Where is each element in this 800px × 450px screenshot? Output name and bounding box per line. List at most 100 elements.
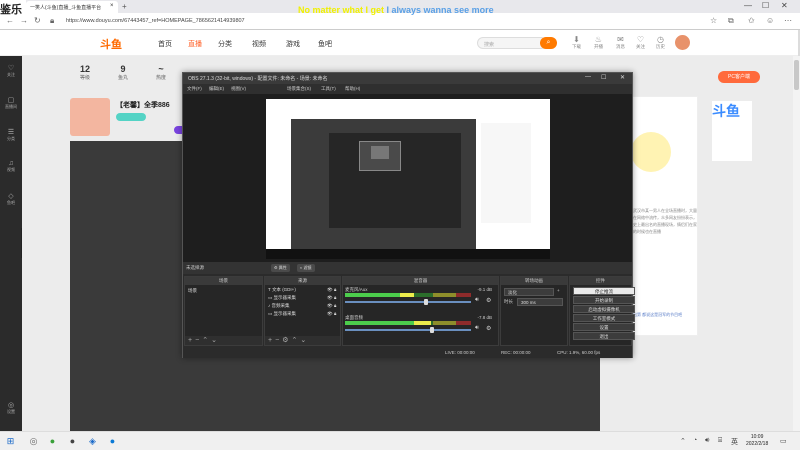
start-recording-button[interactable]: 开始录制 — [573, 296, 635, 304]
search-icon[interactable]: ⌕ — [540, 37, 557, 49]
star-icon[interactable]: ☆ — [710, 16, 717, 25]
rail-follow[interactable]: ♡ 关注 — [0, 64, 22, 78]
add-transition-icon[interactable]: + — [557, 288, 560, 293]
menu-view[interactable]: 视图(V) — [231, 86, 246, 92]
nav-game[interactable]: 游戏 — [286, 39, 300, 49]
lyrics-line-b: I always wanna see more — [386, 5, 494, 15]
menu-scene-collection[interactable]: 场景集合(S) — [287, 86, 311, 92]
studio-mode-button[interactable]: 工作室模式 — [573, 314, 635, 322]
url-field[interactable]: https://www.douyu.com/67443457_ref=HOMEP… — [66, 16, 666, 27]
mixer-track-db: -7.8 dB — [477, 315, 492, 320]
menu-icon[interactable]: ⋯ — [784, 16, 792, 25]
visibility-icon[interactable]: 👁︎ 🔒︎ — [327, 287, 336, 293]
steam-icon[interactable]: ◈ — [86, 435, 99, 448]
settings-button[interactable]: 设置 — [573, 323, 635, 331]
source-item[interactable]: ▭ 显示器采集 — [268, 295, 296, 301]
rail-room[interactable]: ▢ 直播间 — [0, 96, 22, 110]
obs-close-icon[interactable]: ✕ — [620, 74, 625, 81]
close-icon[interactable]: ✕ — [781, 1, 788, 10]
menu-edit[interactable]: 编辑(E) — [209, 86, 224, 92]
history-icon[interactable]: ◷ 历史 — [656, 35, 665, 50]
obs-app-icon[interactable]: ◎ — [27, 435, 40, 448]
nav-category[interactable]: 分类 — [218, 39, 232, 49]
filters-button[interactable]: ◐ 滤镜 — [297, 264, 315, 272]
broadcast-icon[interactable]: ♨ 开播 — [594, 35, 603, 50]
transition-select[interactable]: 淡化 — [504, 288, 554, 296]
download-icon[interactable]: ⬇ 下载 — [572, 35, 581, 50]
properties-button[interactable]: ⚙ 属性 — [271, 264, 290, 272]
favorites-icon[interactable]: ✩ — [748, 16, 755, 25]
clock[interactable]: 10:09 2022/2/18 — [746, 434, 768, 448]
source-item[interactable]: T 文本 (GDI+) — [268, 287, 296, 293]
scrollbar-thumb[interactable] — [794, 60, 799, 90]
tray-app-icon[interactable]: ◔ — [693, 437, 697, 444]
virtual-camera-button[interactable]: 启动虚拟摄像机 — [573, 305, 635, 313]
site-logo[interactable]: 斗鱼 — [100, 36, 122, 52]
nav-video[interactable]: 视频 — [252, 39, 266, 49]
fader-knob[interactable] — [430, 327, 435, 333]
duration-input[interactable]: 300 ms — [517, 298, 563, 306]
network-icon[interactable]: ⌸ — [718, 437, 722, 445]
gear-icon[interactable]: ⚙ — [486, 297, 491, 304]
follow-icon[interactable]: ♡ 关注 — [636, 35, 645, 50]
side-sticker: 斗鱼 — [712, 101, 752, 161]
user-avatar[interactable] — [674, 34, 691, 51]
notification-icon[interactable]: ▭ — [780, 437, 787, 445]
rail-category[interactable]: ☰ 分类 — [0, 128, 22, 142]
tray-chevron-icon[interactable]: ⌃ — [680, 437, 686, 445]
rail-yuba[interactable]: ◇ 鱼吧 — [0, 192, 22, 206]
menu-tools[interactable]: 工具(T) — [321, 86, 336, 92]
extensions-icon[interactable]: ⧉ — [728, 16, 734, 26]
tab-close-icon[interactable]: × — [110, 3, 114, 9]
scene-item[interactable]: 场景 — [188, 288, 197, 294]
speaker-icon[interactable]: 🔊︎ — [705, 437, 709, 445]
rail-video[interactable]: ♫ 视频 — [0, 160, 22, 173]
stat-heat: ~ 热度 — [156, 64, 167, 81]
source-item[interactable]: ♪ 音频采集 — [268, 303, 290, 309]
controls-dock-title: 控件 — [570, 277, 631, 285]
speaker-icon[interactable]: 🔊︎ — [475, 325, 479, 332]
volume-fader[interactable] — [345, 329, 471, 331]
visibility-icon[interactable]: 👁︎ 🔒︎ — [327, 295, 336, 301]
new-tab-icon[interactable]: + — [122, 2, 127, 11]
menu-help[interactable]: 帮助(H) — [345, 86, 360, 92]
nav-yuba[interactable]: 鱼吧 — [318, 39, 332, 49]
volume-fader[interactable] — [345, 301, 471, 303]
pc-client-button[interactable]: PC客户端 — [718, 71, 760, 83]
rail-settings[interactable]: ◎ 设置 — [0, 401, 22, 415]
site-search-input[interactable]: 搜索 — [477, 37, 547, 49]
visibility-icon[interactable]: 👁︎ 🔒︎ — [327, 303, 336, 309]
obs-preview[interactable] — [266, 99, 550, 259]
anchor-avatar[interactable] — [70, 98, 110, 136]
obs-minimize-icon[interactable]: — — [585, 74, 591, 80]
message-icon[interactable]: ✉ 消息 — [616, 35, 625, 50]
move-up-icon[interactable]: ⌃ — [291, 337, 300, 344]
app-icon-dark[interactable]: ● — [66, 435, 79, 448]
nav-live[interactable]: 直播 — [188, 39, 202, 49]
gear-icon[interactable]: ⚙ — [486, 325, 491, 332]
start-icon[interactable]: ⊞ — [4, 435, 17, 448]
stop-streaming-button[interactable]: 停止推流 — [573, 287, 635, 295]
move-up-icon[interactable]: ⌃ — [202, 337, 211, 344]
maximize-icon[interactable]: ☐ — [762, 1, 769, 10]
source-item[interactable]: ▭ 显示器采集 — [268, 311, 296, 317]
nav-home[interactable]: 首页 — [158, 39, 172, 49]
move-down-icon[interactable]: ⌄ — [300, 337, 309, 344]
minimize-icon[interactable]: — — [744, 1, 752, 10]
edge-icon[interactable]: ● — [106, 435, 119, 448]
page-scrollbar[interactable] — [793, 56, 800, 431]
speaker-icon[interactable]: 🔊︎ — [475, 297, 479, 304]
app-icon-green[interactable]: ● — [46, 435, 59, 448]
profile-icon[interactable]: ☺ — [766, 16, 774, 25]
scenes-dock-title: 场景 — [185, 277, 262, 285]
move-down-icon[interactable]: ⌄ — [211, 337, 220, 344]
exit-button[interactable]: 退出 — [573, 332, 635, 340]
browser-tab[interactable]: 一笑人(斗鱼)直播_斗鱼直播平台 — [26, 1, 118, 13]
obs-preview-area[interactable] — [183, 94, 632, 262]
visibility-icon[interactable]: 👁︎ 🔒︎ — [327, 311, 336, 317]
ime-icon[interactable]: 英 — [731, 437, 738, 447]
fader-knob[interactable] — [424, 299, 429, 305]
refresh-icon[interactable]: ↻ — [34, 16, 41, 25]
menu-file[interactable]: 文件(F) — [187, 86, 202, 92]
obs-maximize-icon[interactable]: ☐ — [601, 74, 606, 81]
